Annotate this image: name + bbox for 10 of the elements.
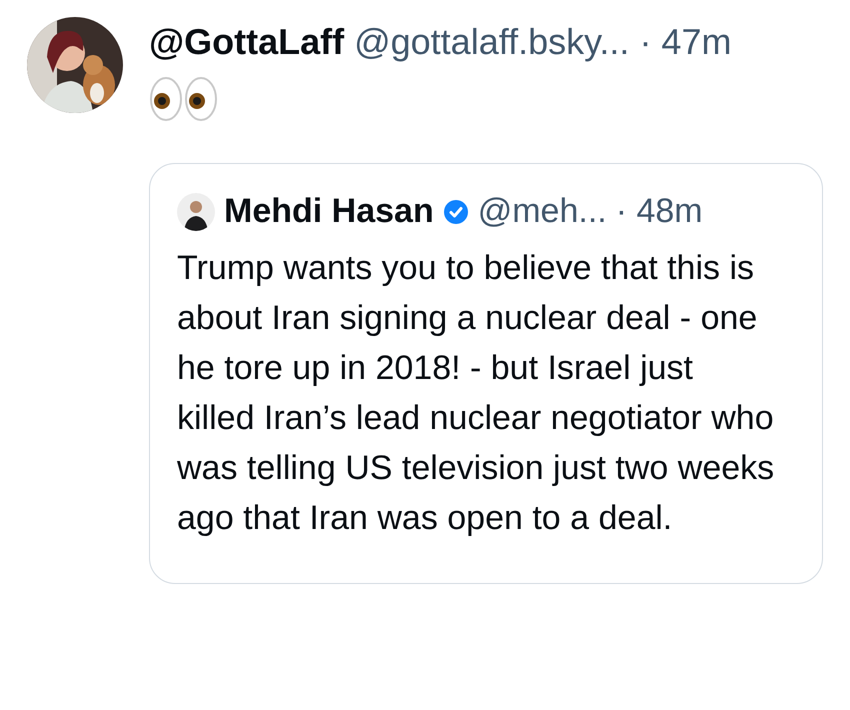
avatar (177, 192, 215, 230)
author-name[interactable]: Mehdi Hasan (224, 192, 434, 231)
post-text: Trump wants you to believe that this is about Iran signing a nuclear deal - one he tore up in 2018! - but Israel just killed Iran’s lead nuclear negotiator who was telling US television just two weeks ago that Iran was open to a deal. (177, 248, 776, 539)
eyes-icon (149, 77, 219, 121)
author-handle[interactable]: @meh... (478, 192, 607, 231)
post-time: · 48m (616, 192, 703, 231)
author-name[interactable]: @GottaLaff (149, 21, 344, 63)
quoted-post-card[interactable] (149, 163, 823, 584)
post-time: · 47m (639, 21, 732, 63)
author-handle[interactable]: @gottalaff.bsky... (354, 21, 630, 63)
